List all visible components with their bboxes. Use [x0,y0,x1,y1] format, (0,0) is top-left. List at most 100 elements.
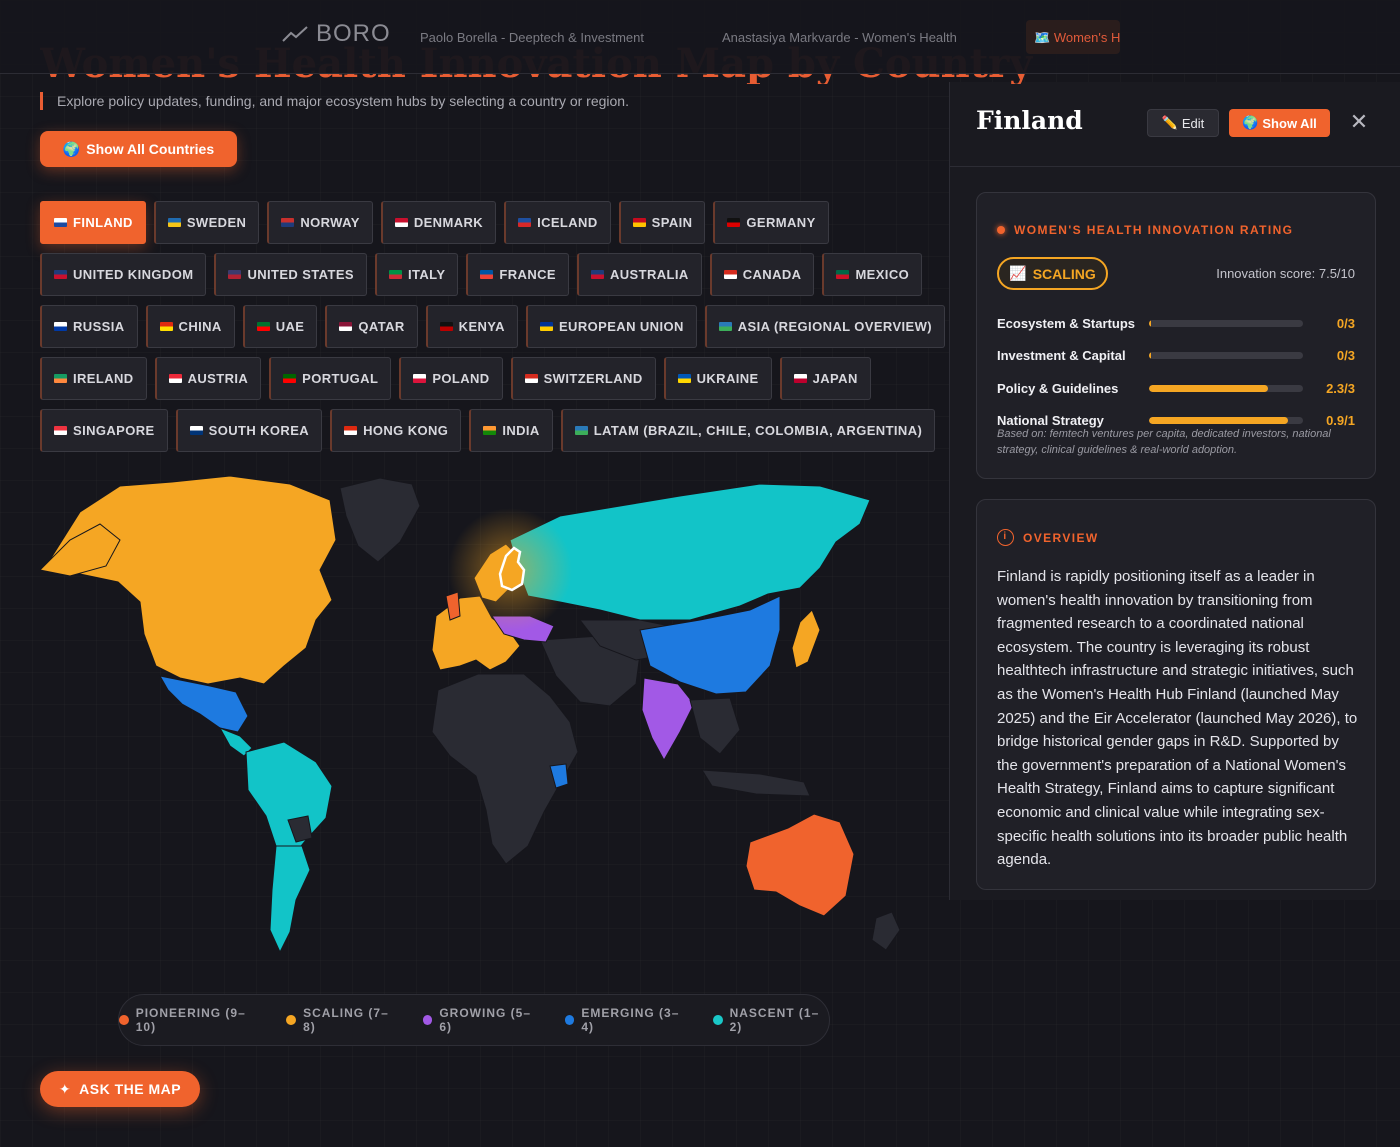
country-chip-italy[interactable]: ITALY [375,253,459,296]
top-navigation-bar: BORO Paolo Borella - Deeptech & Investme… [0,0,1400,74]
map-region-southeast-asia[interactable] [689,697,741,755]
flag-icon [344,426,358,435]
legend-dot-icon [564,1015,575,1025]
chip-label: SWITZERLAND [543,371,643,386]
flag-icon [793,374,807,383]
country-chip-canada[interactable]: CANADA [709,253,815,296]
country-chip-european[interactable]: EUROPEAN UNION [525,305,697,348]
map-region-indonesia[interactable] [701,769,811,797]
flag-icon [228,270,242,279]
legend-item: NASCENT (1–2) [712,1006,829,1034]
legend-label: GROWING (5–6) [439,1006,531,1034]
logo[interactable]: BORO [282,20,391,48]
map-region-south-america-south[interactable] [269,845,311,954]
map-region-greenland[interactable] [339,477,421,563]
country-chip-switzerland[interactable]: SWITZERLAND [510,357,656,400]
map-region-north-america[interactable] [45,475,337,685]
tab-womens-health-active[interactable]: 🗺️ Women's H [1026,20,1120,54]
chip-label: PORTUGAL [302,371,379,386]
country-chip-norway[interactable]: NORWAY [267,201,373,244]
chip-label: SPAIN [651,215,693,230]
country-chip-iceland[interactable]: ICELAND [504,201,611,244]
metric-row: Investment & Capital 0/3 [997,340,1355,373]
country-chip-kenya[interactable]: KENYA [425,305,518,348]
chip-label: GERMANY [746,215,816,230]
country-chip-hong[interactable]: HONG KONG [330,409,462,452]
legend-dot-icon [119,1015,129,1025]
country-chip-austria[interactable]: AUSTRIA [154,357,262,400]
country-chip-united[interactable]: UNITED STATES [214,253,367,296]
overview-heading-label: OVERVIEW [1023,530,1099,545]
panel-show-all-button[interactable]: 🌍 Show All [1229,109,1330,137]
chip-label: UAE [275,319,305,334]
country-chip-denmark[interactable]: DENMARK [380,201,497,244]
country-chip-finland[interactable]: FINLAND [40,201,146,244]
flag-icon [483,426,497,435]
map-region-australia[interactable] [745,813,855,917]
chip-label: AUSTRIA [187,371,249,386]
country-chip-germany[interactable]: GERMANY [713,201,829,244]
country-chip-ukraine[interactable]: UKRAINE [663,357,772,400]
country-chip-united[interactable]: UNITED KINGDOM [40,253,207,296]
country-chip-spain[interactable]: SPAIN [618,201,706,244]
metric-value: 2.3/3 [1326,380,1355,396]
flag-icon [574,426,588,435]
country-chip-asia[interactable]: ASIA (REGIONAL OVERVIEW) [704,305,946,348]
country-chip-uae[interactable]: UAE [242,305,318,348]
pencil-icon: ✏️ [1161,115,1178,130]
legend-item: EMERGING (3–4) [564,1006,689,1034]
overview-text: Finland is rapidly positioning itself as… [997,568,1358,869]
legend-item: SCALING (7–8) [286,1006,398,1034]
metric-progress-fill [1149,319,1152,327]
legend-label: PIONEERING (9–10) [135,1006,246,1034]
chip-label: CANADA [742,267,802,282]
country-chip-france[interactable]: FRANCE [466,253,569,296]
country-chip-russia[interactable]: RUSSIA [40,305,138,348]
tab-womens-health-label: Women's H [1053,30,1120,45]
country-chip-portugal[interactable]: PORTUGAL [269,357,392,400]
country-chip-sweden[interactable]: SWEDEN [153,201,260,244]
metric-row: Policy & Guidelines 2.3/3 [997,372,1355,405]
tab-anastasiya-markvarde[interactable]: Anastasiya Markvarde - Women's Health [722,30,957,45]
country-chip-australia[interactable]: AUSTRALIA [576,253,702,296]
chip-label: EUROPEAN UNION [558,319,684,334]
country-chip-latam[interactable]: LATAM (BRAZIL, CHILE, COLOMBIA, ARGENTIN… [560,409,936,452]
chip-label: UNITED STATES [247,267,354,282]
chip-label: IRELAND [73,371,134,386]
map-region-japan[interactable] [791,609,821,669]
flag-icon [54,374,67,383]
country-chip-south[interactable]: SOUTH KOREA [175,409,323,452]
innovation-score: Innovation score: 7.5/10 [1216,266,1355,281]
world-choropleth-map[interactable] [40,470,920,980]
panel-show-all-label: Show All [1262,115,1317,131]
country-chip-singapore[interactable]: SINGAPORE [40,409,168,452]
country-detail-panel: Finland ✏️ Edit 🌍 Show All ✕ WOMEN'S HEA… [949,82,1400,900]
country-chip-japan[interactable]: JAPAN [779,357,871,400]
close-icon[interactable]: ✕ [1348,111,1370,133]
chip-row: RUSSIA CHINA UAE QATAR KENYA EUROPEAN UNION AS… [40,305,946,348]
legend-item: PIONEERING (9–10) [119,1006,262,1034]
country-chip-poland[interactable]: POLAND [399,357,503,400]
country-chip-china[interactable]: CHINA [145,305,235,348]
metric-row: Ecosystem & Startups 0/3 [997,307,1355,340]
edit-button[interactable]: ✏️ Edit [1147,109,1219,137]
tab-paolo-borella[interactable]: Paolo Borella - Deeptech & Investment [420,30,644,45]
map-region-india[interactable] [641,677,695,762]
country-chip-qatar[interactable]: QATAR [325,305,418,348]
flag-icon [727,218,741,227]
panel-country-title: Finland [976,106,1083,135]
map-region-south-america-north[interactable] [245,741,333,863]
ask-the-map-button[interactable]: ✦ ASK THE MAP [40,1071,200,1107]
chip-label: RUSSIA [73,319,125,334]
map-region-new-zealand[interactable] [871,911,901,951]
flag-icon [718,322,732,331]
chip-label: NORWAY [300,215,360,230]
country-chip-mexico[interactable]: MEXICO [822,253,923,296]
flag-icon [518,218,532,227]
flag-icon [677,374,691,383]
country-chip-ireland[interactable]: IRELAND [40,357,147,400]
chip-label: HONG KONG [363,423,449,438]
country-chip-india[interactable]: INDIA [469,409,553,452]
map-region-mexico[interactable] [159,675,249,733]
show-all-countries-button[interactable]: 🌍 Show All Countries [40,131,237,167]
